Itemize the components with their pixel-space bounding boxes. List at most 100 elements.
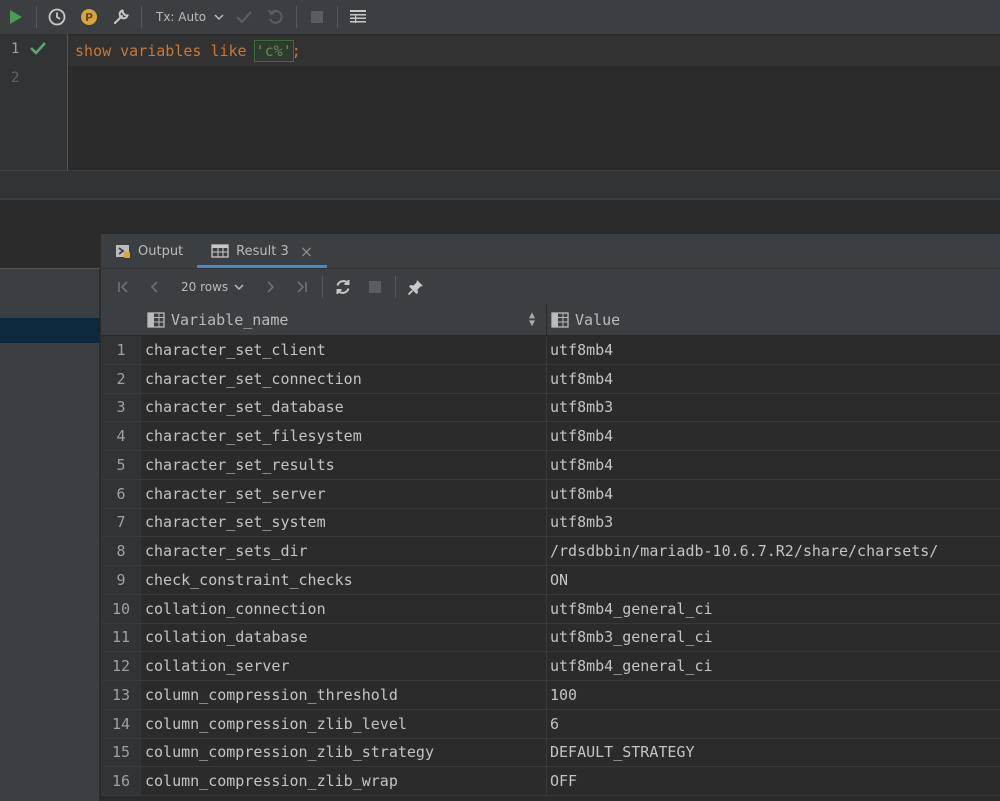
grid-body: 1 character_set_client utf8mb4 2 character_s… <box>101 336 1000 796</box>
cancel-query-button[interactable] <box>359 269 391 305</box>
cell-value[interactable]: utf8mb3 <box>550 394 613 422</box>
stop-button[interactable] <box>301 0 333 34</box>
cell-value[interactable]: utf8mb4_general_ci <box>550 652 713 680</box>
profile-button[interactable]: P <box>73 0 105 34</box>
table-row[interactable]: 2 character_set_connection utf8mb4 <box>101 364 1000 394</box>
line-number: 2 <box>11 70 20 86</box>
column-header-value[interactable]: Value <box>551 304 1000 336</box>
code-line[interactable]: show variables like 'c%'; <box>75 38 301 64</box>
table-row[interactable]: 7 character_set_system utf8mb3 <box>101 508 1000 538</box>
next-page-button[interactable] <box>254 269 286 305</box>
commit-button[interactable] <box>228 0 260 34</box>
cell-variable-name[interactable]: character_set_connection <box>145 365 362 393</box>
output-console-icon <box>116 245 130 258</box>
previous-page-button[interactable] <box>139 269 171 305</box>
cell-value[interactable]: utf8mb4 <box>550 422 613 450</box>
sort-icon[interactable]: ▲ ▼ <box>529 311 535 329</box>
tab-result-3[interactable]: Result 3 × <box>197 234 328 268</box>
cell-value[interactable]: utf8mb4_general_ci <box>550 595 713 623</box>
table-row[interactable]: 4 character_set_filesystem utf8mb4 <box>101 422 1000 451</box>
table-row[interactable]: 15 column_compression_zlib_strategy DEFAUL… <box>101 738 1000 768</box>
row-number[interactable]: 10 <box>101 594 141 623</box>
cell-value[interactable]: /rdsdbbin/mariadb-10.6.7.R2/share/charse… <box>550 537 938 565</box>
cell-variable-name[interactable]: collation_connection <box>145 595 326 623</box>
first-page-icon <box>118 280 128 293</box>
table-row[interactable]: 16 column_compression_zlib_wrap OFF <box>101 767 1000 796</box>
column-header-variable-name[interactable]: Variable_name <box>147 304 545 336</box>
row-number[interactable]: 16 <box>101 767 141 795</box>
cell-value[interactable]: utf8mb3_general_ci <box>550 624 713 652</box>
row-number[interactable]: 8 <box>101 537 141 565</box>
row-number[interactable]: 3 <box>101 393 141 422</box>
table-icon <box>211 244 229 258</box>
row-number[interactable]: 4 <box>101 422 141 450</box>
table-row[interactable]: 12 collation_server utf8mb4_general_ci <box>101 652 1000 681</box>
table-view-button[interactable] <box>342 0 374 34</box>
row-number[interactable]: 5 <box>101 451 141 479</box>
table-row[interactable]: 1 character_set_client utf8mb4 <box>101 336 1000 365</box>
cell-value[interactable]: 100 <box>550 681 577 709</box>
column-divider <box>546 738 547 767</box>
close-icon[interactable]: × <box>300 242 313 261</box>
cell-variable-name[interactable]: character_set_database <box>145 394 344 422</box>
profile-icon: P <box>81 9 97 25</box>
cell-variable-name[interactable]: column_compression_zlib_wrap <box>145 767 398 795</box>
cell-variable-name[interactable]: character_set_filesystem <box>145 422 362 450</box>
cell-variable-name[interactable]: character_set_server <box>145 480 326 508</box>
table-row[interactable]: 14 column_compression_zlib_level 6 <box>101 709 1000 739</box>
sql-editor[interactable]: 1 2 show variables like 'c%'; <box>0 34 1000 170</box>
results-toolbar: 20 rows <box>101 268 1000 304</box>
rollback-button[interactable] <box>260 0 292 34</box>
cell-variable-name[interactable]: check_constraint_checks <box>145 566 353 594</box>
table-row[interactable]: 11 collation_database utf8mb3_general_ci <box>101 623 1000 653</box>
cell-value[interactable]: utf8mb4 <box>550 365 613 393</box>
row-number[interactable]: 12 <box>101 652 141 680</box>
table-row[interactable]: 10 collation_connection utf8mb4_general_ci <box>101 594 1000 624</box>
table-row[interactable]: 13 column_compression_threshold 100 <box>101 681 1000 710</box>
row-number[interactable]: 9 <box>101 566 141 594</box>
column-divider[interactable] <box>546 304 547 336</box>
cell-value[interactable]: DEFAULT_STRATEGY <box>550 739 695 767</box>
refresh-button[interactable] <box>327 269 359 305</box>
cell-value[interactable]: utf8mb3 <box>550 509 613 537</box>
tab-output[interactable]: Output <box>101 234 197 268</box>
cell-variable-name[interactable]: column_compression_zlib_level <box>145 710 407 738</box>
row-number[interactable]: 15 <box>101 738 141 767</box>
row-number[interactable]: 2 <box>101 364 141 393</box>
cell-value[interactable]: utf8mb4 <box>550 336 613 364</box>
line-number: 1 <box>11 41 20 57</box>
row-number[interactable]: 13 <box>101 681 141 709</box>
row-number[interactable]: 7 <box>101 508 141 537</box>
pin-tab-button[interactable] <box>400 269 432 305</box>
table-row[interactable]: 9 check_constraint_checks ON <box>101 566 1000 595</box>
last-page-button[interactable] <box>286 269 318 305</box>
cell-variable-name[interactable]: collation_database <box>145 624 308 652</box>
cell-variable-name[interactable]: column_compression_zlib_strategy <box>145 739 434 767</box>
history-button[interactable] <box>41 0 73 34</box>
cell-value[interactable]: OFF <box>550 767 577 795</box>
page-size-dropdown[interactable]: 20 rows <box>171 280 254 294</box>
transaction-mode-dropdown[interactable]: Tx: Auto <box>146 0 228 34</box>
table-row[interactable]: 5 character_set_results utf8mb4 <box>101 451 1000 480</box>
cell-variable-name[interactable]: collation_server <box>145 652 290 680</box>
selected-tree-item[interactable] <box>0 318 100 343</box>
table-row[interactable]: 3 character_set_database utf8mb3 <box>101 393 1000 423</box>
settings-button[interactable] <box>105 0 137 34</box>
cell-variable-name[interactable]: column_compression_threshold <box>145 681 398 709</box>
run-button[interactable] <box>0 0 32 34</box>
cell-variable-name[interactable]: character_sets_dir <box>145 537 308 565</box>
cell-value[interactable]: utf8mb4 <box>550 451 613 479</box>
table-row[interactable]: 8 character_sets_dir/rdsdbbin/mariadb-10.… <box>101 537 1000 566</box>
cell-variable-name[interactable]: character_set_system <box>145 509 326 537</box>
cell-variable-name[interactable]: character_set_client <box>145 336 326 364</box>
row-number[interactable]: 14 <box>101 709 141 738</box>
table-row[interactable]: 6 character_set_server utf8mb4 <box>101 479 1000 509</box>
first-page-button[interactable] <box>107 269 139 305</box>
cell-value[interactable]: 6 <box>550 710 559 738</box>
cell-value[interactable]: ON <box>550 566 568 594</box>
cell-value[interactable]: utf8mb4 <box>550 480 613 508</box>
cell-variable-name[interactable]: character_set_results <box>145 451 335 479</box>
row-number[interactable]: 6 <box>101 479 141 508</box>
row-number[interactable]: 11 <box>101 623 141 652</box>
row-number[interactable]: 1 <box>101 336 141 364</box>
